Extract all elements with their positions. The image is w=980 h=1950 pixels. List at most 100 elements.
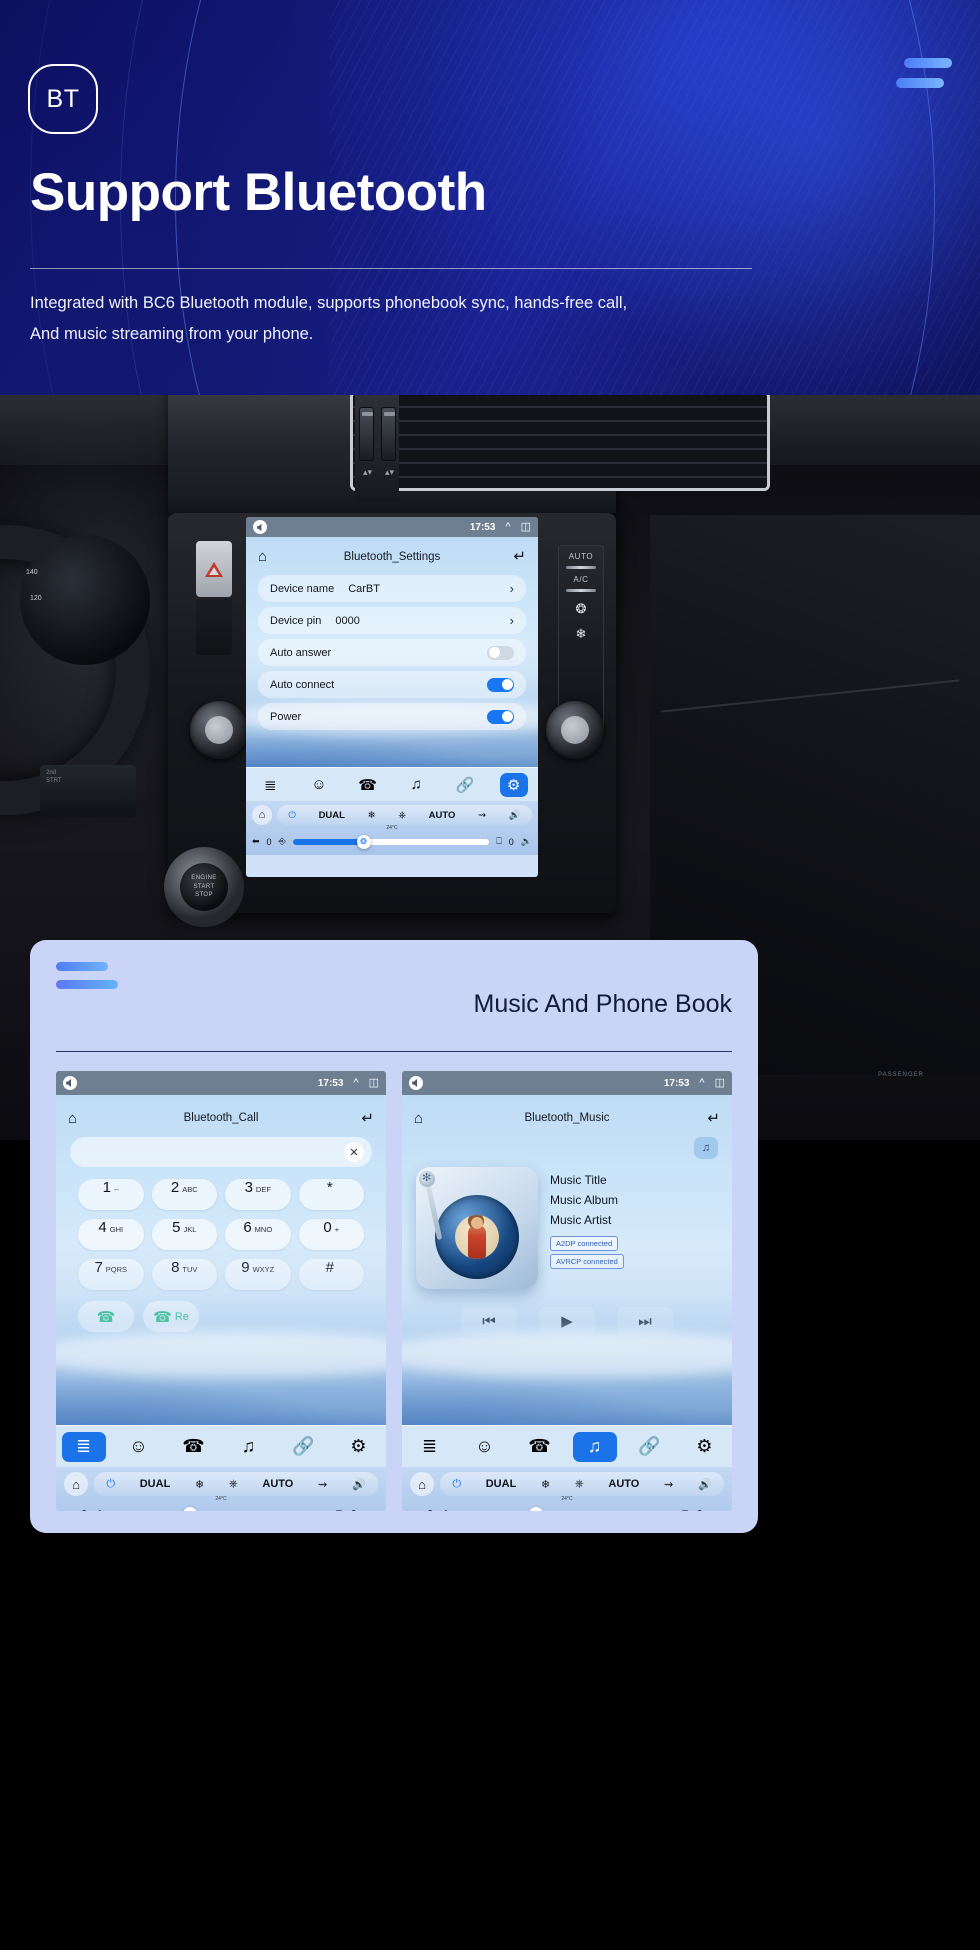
chevron-up-icon[interactable]: ^ [505, 521, 510, 533]
auto-connect-toggle[interactable] [487, 677, 514, 692]
recents-icon[interactable]: ◫ [715, 1077, 725, 1089]
auto-label[interactable]: AUTO [608, 1478, 639, 1490]
apps-grid-icon[interactable]: ≣ [256, 773, 284, 797]
fan-decrease-icon[interactable]: ❂ [559, 601, 603, 617]
bluetooth-call-screen[interactable]: 17:53 ^ ◫ ⌂ Bluetooth_Call ↵ ✕ 1 -- 2 ABC … [56, 1071, 386, 1511]
hazard-light-button[interactable] [196, 541, 232, 597]
contacts-icon[interactable]: ☺ [117, 1432, 161, 1462]
seat-heater-icon[interactable]: ⎆ [442, 1509, 450, 1512]
key-3[interactable]: 3 DEF [225, 1179, 291, 1210]
phone-icon[interactable]: ☎ [172, 1432, 216, 1462]
phone-icon[interactable]: ☎ [518, 1432, 562, 1462]
setting-row-auto-connect[interactable]: Auto connect [258, 671, 526, 698]
contacts-icon[interactable]: ☺ [463, 1432, 507, 1462]
volume-knob[interactable] [190, 701, 248, 759]
recirculate-icon[interactable]: ⇝ [478, 810, 486, 821]
key-1[interactable]: 1 -- [78, 1179, 144, 1210]
vinyl-record [435, 1195, 519, 1279]
volume-up-icon[interactable]: 🔊 [352, 1478, 366, 1491]
volume-down-icon[interactable]: 🔈 [366, 1509, 378, 1512]
setting-row-device-pin[interactable]: Device pin 0000 › [258, 607, 526, 634]
vent-slider-left[interactable] [359, 407, 374, 461]
auto-label[interactable]: AUTO [262, 1478, 293, 1490]
dual-label[interactable]: DUAL [319, 810, 345, 821]
auto-answer-toggle[interactable] [487, 645, 514, 660]
music-icon[interactable]: ♫ [572, 1431, 617, 1462]
phone-icon[interactable]: ☎ [354, 773, 382, 797]
home-icon[interactable]: ⌂ [252, 805, 272, 825]
volume-down-icon[interactable]: 🔈 [521, 836, 532, 847]
back-arrow-icon[interactable]: ⬅ [64, 1509, 72, 1512]
defog-icon[interactable]: ⎕ [496, 836, 501, 847]
key-star[interactable]: * [298, 1179, 364, 1210]
recents-icon[interactable]: ◫ [369, 1077, 379, 1089]
link-icon[interactable]: 🔗 [628, 1432, 672, 1462]
engine-start-stop-button[interactable]: ENGINE START STOP [180, 863, 228, 911]
recirculate-icon[interactable]: ⇝ [664, 1478, 673, 1491]
climate-bar: ⌂ ⏻ DUAL ❄ ⎈ AUTO ⇝ 🔊 24°C ⬅ 0 ⎆ ❂ [56, 1467, 386, 1511]
chevron-up-icon[interactable]: ^ [353, 1077, 358, 1089]
power-icon[interactable]: ⏻ [288, 810, 296, 821]
volume-up-icon[interactable]: 🔊 [509, 810, 521, 821]
head-unit-screen[interactable]: 17:53 ^ ◫ ⌂ Bluetooth_Settings ↵ Device … [246, 517, 538, 877]
speaker-icon[interactable] [409, 1076, 423, 1090]
setting-row-auto-answer[interactable]: Auto answer [258, 639, 526, 666]
music-icon[interactable]: ♫ [402, 773, 430, 797]
settings-gear-icon[interactable]: ⚙ [499, 772, 528, 797]
defog-icon[interactable]: ⎕ [336, 1509, 342, 1512]
power-icon[interactable]: ⏻ [452, 1478, 461, 1491]
defog-icon[interactable]: ⎕ [682, 1509, 688, 1512]
volume-up-icon[interactable]: 🔊 [698, 1478, 712, 1491]
settings-gear-icon[interactable]: ⚙ [337, 1432, 381, 1462]
seat-heater-icon[interactable]: ⎆ [96, 1509, 104, 1512]
key-2[interactable]: 2 ABC [151, 1179, 217, 1210]
auto-label[interactable]: AUTO [429, 810, 456, 821]
setting-row-power[interactable]: Power [258, 703, 526, 730]
close-icon[interactable]: ✕ [344, 1142, 364, 1162]
home-icon[interactable]: ⌂ [64, 1472, 88, 1496]
menu-bars-icon[interactable] [896, 58, 952, 88]
vent-slider-right[interactable] [381, 407, 396, 461]
fan-increase-icon[interactable]: ❄ [559, 626, 603, 642]
fan-slider[interactable]: ❂ [292, 834, 490, 849]
menu-bars-icon[interactable] [56, 962, 732, 989]
snowflake-icon[interactable]: ❄ [195, 1478, 204, 1491]
settings-gear-icon[interactable]: ⚙ [683, 1432, 727, 1462]
fan-slider-knob[interactable]: ❂ [183, 1507, 197, 1511]
rear-defrost-icon[interactable]: ⎈ [575, 1478, 584, 1491]
fan-slider-knob[interactable]: ❂ [529, 1507, 543, 1511]
rear-defrost-icon[interactable]: ⎈ [229, 1478, 238, 1491]
home-icon[interactable]: ⌂ [410, 1472, 434, 1496]
setting-row-device-name[interactable]: Device name CarBT › [258, 575, 526, 602]
volume-down-icon[interactable]: 🔈 [712, 1509, 724, 1512]
fan-slider-knob[interactable]: ❂ [356, 834, 371, 849]
speaker-icon[interactable] [253, 520, 267, 534]
bluetooth-music-screen[interactable]: 17:53 ^ ◫ ⌂ Bluetooth_Music ↵ ♫ ✻ Music … [402, 1071, 732, 1511]
recirculate-icon[interactable]: ⇝ [318, 1478, 327, 1491]
ac-button-bar[interactable] [566, 589, 596, 592]
ac-button-bar[interactable] [566, 566, 596, 569]
rear-defrost-icon[interactable]: ⎈ [398, 810, 406, 821]
power-icon[interactable]: ⏻ [106, 1478, 115, 1491]
tune-knob[interactable] [546, 701, 604, 759]
apps-grid-icon[interactable]: ≣ [61, 1431, 106, 1462]
snowflake-icon[interactable]: ❄ [368, 810, 376, 821]
recents-icon[interactable]: ◫ [521, 521, 531, 533]
music-list-icon[interactable]: ♫ [694, 1137, 718, 1159]
music-icon[interactable]: ♫ [227, 1432, 271, 1462]
seat-heater-icon[interactable]: ⎆ [279, 836, 286, 847]
apps-grid-icon[interactable]: ≣ [408, 1432, 452, 1462]
contacts-icon[interactable]: ☺ [305, 773, 333, 797]
back-arrow-icon[interactable]: ⬅ [252, 836, 260, 847]
dial-input[interactable]: ✕ [70, 1137, 372, 1167]
dual-label[interactable]: DUAL [486, 1478, 517, 1490]
speaker-icon[interactable] [63, 1076, 77, 1090]
back-arrow-icon[interactable]: ⬅ [410, 1509, 418, 1512]
power-toggle[interactable] [487, 709, 514, 724]
dual-label[interactable]: DUAL [140, 1478, 171, 1490]
left-temp-value: 0 [81, 1509, 87, 1512]
link-icon[interactable]: 🔗 [282, 1432, 326, 1462]
snowflake-icon[interactable]: ❄ [541, 1478, 550, 1491]
link-icon[interactable]: 🔗 [451, 773, 479, 797]
chevron-up-icon[interactable]: ^ [699, 1077, 704, 1089]
